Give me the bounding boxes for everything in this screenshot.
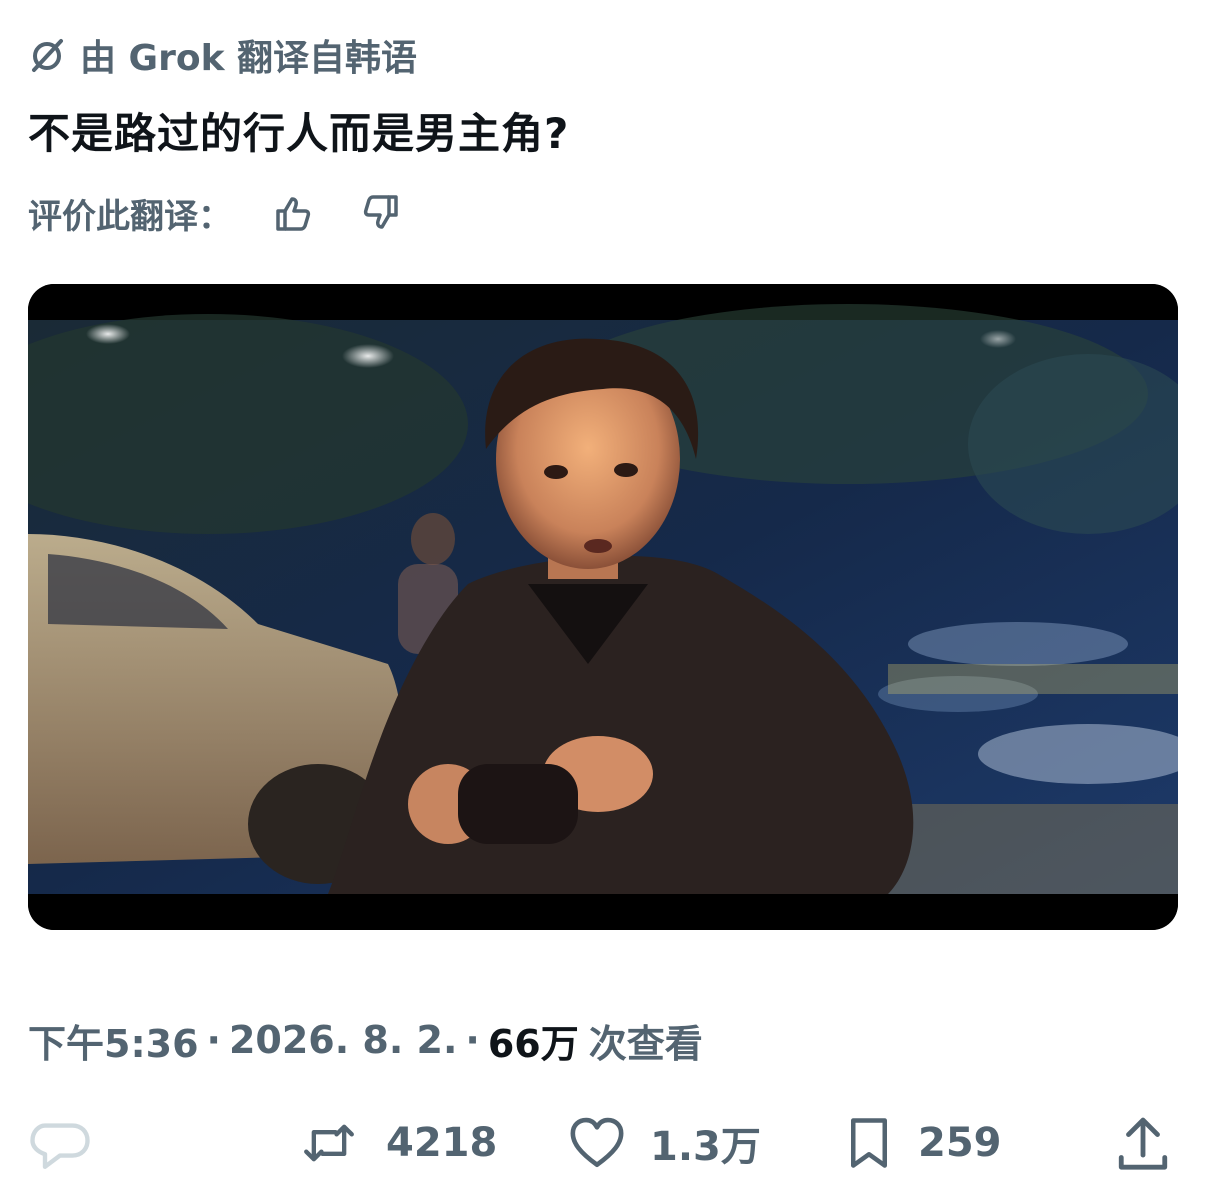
retweet-button[interactable]: 4218 — [294, 1108, 497, 1178]
rate-translation-label: 评价此翻译： — [28, 196, 232, 237]
views-count: 66万 — [487, 1021, 579, 1066]
views-label: 次查看 — [588, 1021, 703, 1066]
retweet-icon — [304, 1124, 354, 1162]
post-meta: 下午5:36 · 2026. 8. 2. · 66万 次查看 — [28, 1012, 703, 1068]
post-media-video-still[interactable] — [28, 284, 1178, 930]
translation-attribution: 由 Grok 翻译自韩语 — [28, 30, 417, 80]
bookmark-button[interactable]: 259 — [842, 1108, 1002, 1178]
thumbs-up-icon — [276, 197, 311, 231]
share-button[interactable] — [1114, 1108, 1172, 1178]
rate-translation-row: 评价此翻译： — [28, 188, 406, 238]
share-icon — [1118, 1117, 1168, 1170]
retweet-count: 4218 — [386, 1120, 498, 1166]
meta-separator: · — [206, 1018, 221, 1062]
like-button[interactable]: 1.3万 — [566, 1108, 761, 1178]
thumbs-down-icon — [363, 195, 398, 229]
bookmark-icon — [851, 1118, 887, 1168]
reply-button[interactable] — [30, 1108, 90, 1178]
post-text: 不是路过的行人而是男主角? — [28, 109, 570, 158]
heart-icon — [570, 1117, 624, 1168]
thumbs-up-button[interactable] — [268, 187, 320, 239]
post-time[interactable]: 下午5:36 — [28, 1013, 199, 1068]
bookmark-count: 259 — [918, 1120, 1002, 1166]
like-count: 1.3万 — [650, 1124, 761, 1170]
post-date[interactable]: 2026. 8. 2. — [229, 1018, 457, 1062]
reply-icon — [30, 1123, 90, 1169]
meta-separator: · — [465, 1018, 480, 1062]
post-actions-bar: 4218 1.3万 259 — [0, 1108, 1206, 1178]
thumbs-down-button[interactable] — [354, 187, 406, 239]
translation-label: 由 Grok 翻译自韩语 — [80, 38, 418, 79]
slash-circle-icon — [28, 36, 66, 74]
